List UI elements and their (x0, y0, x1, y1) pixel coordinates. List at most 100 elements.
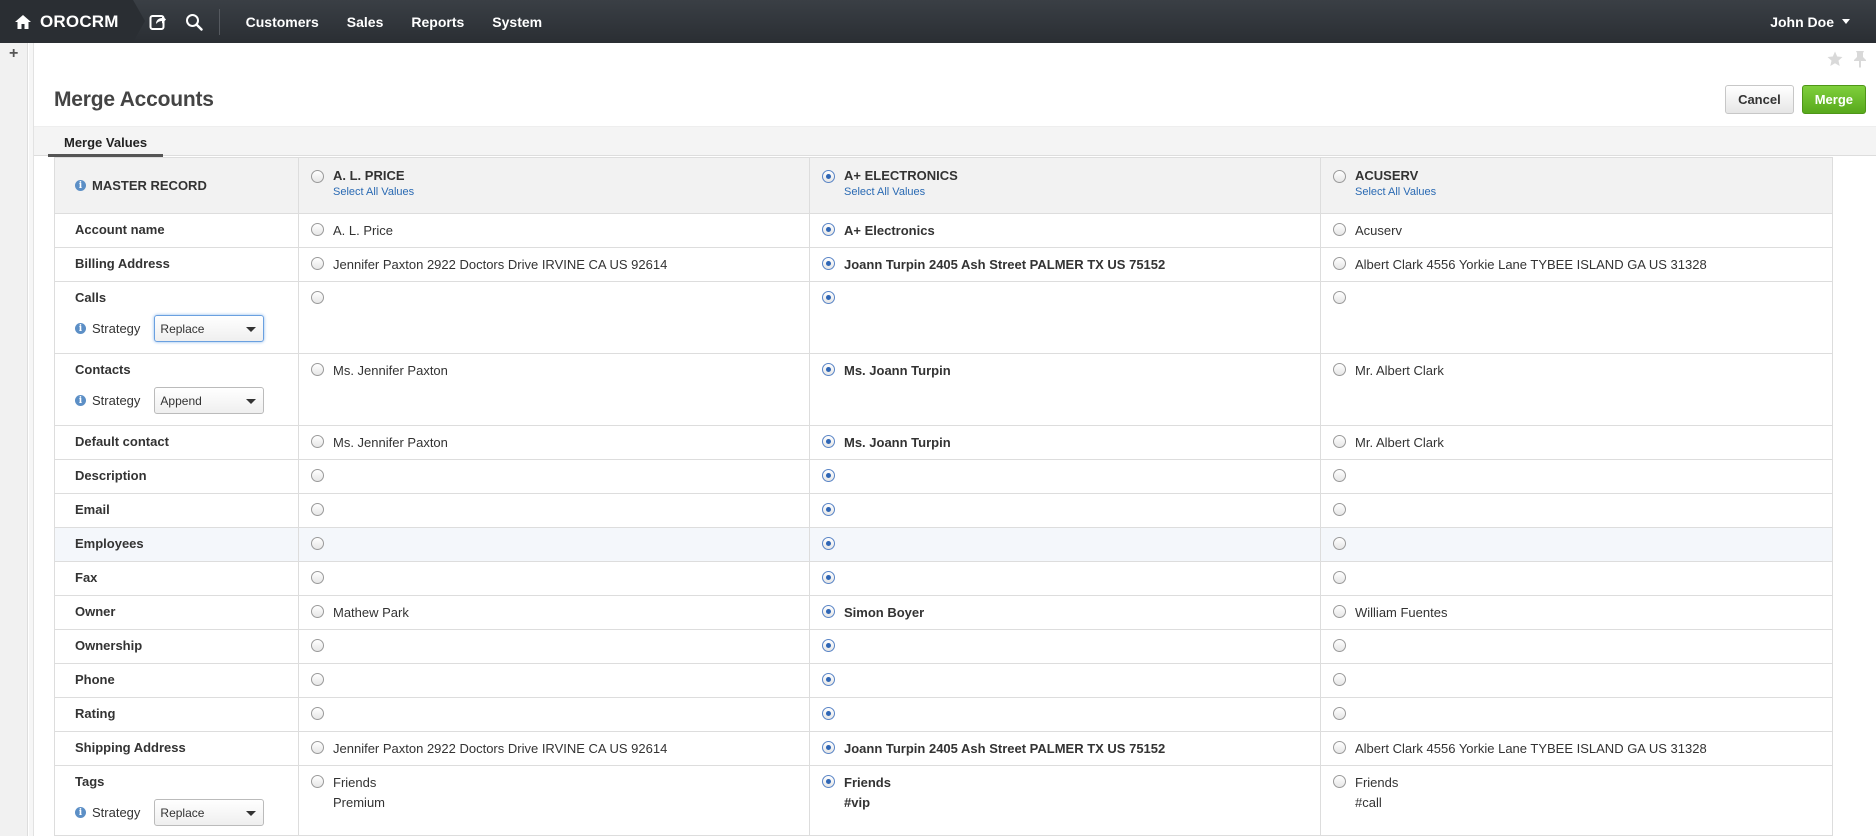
value-radio[interactable] (311, 363, 324, 376)
table-row: Phone (54, 663, 1833, 698)
strategy-label: Strategy (92, 805, 141, 820)
value-radio[interactable] (822, 291, 835, 304)
value-radio[interactable] (311, 741, 324, 754)
value-radio[interactable] (311, 571, 324, 584)
strategy-label: Strategy (92, 321, 141, 336)
info-icon[interactable]: i (75, 807, 86, 818)
value-radio[interactable] (1333, 775, 1346, 788)
value-radio[interactable] (311, 537, 324, 550)
master-radio[interactable] (311, 170, 324, 183)
value-radio[interactable] (1333, 537, 1346, 550)
value-radio[interactable] (311, 707, 324, 720)
value-radio[interactable] (822, 435, 835, 448)
value-radio[interactable] (311, 605, 324, 618)
cell-value: Joann Turpin 2405 Ash Street PALMER TX U… (844, 257, 1166, 272)
tag-item: Premium (333, 795, 386, 810)
nav-item-reports[interactable]: Reports (411, 14, 464, 30)
strategy-select[interactable]: Append (154, 387, 265, 414)
strategy-select[interactable]: Replace (154, 315, 265, 342)
table-row: Account name A. L. Price A+ Electronics … (54, 213, 1833, 248)
value-radio[interactable] (311, 223, 324, 236)
tag-item: #vip (844, 795, 871, 810)
strategy-control: i Strategy Replace (55, 799, 298, 826)
strategy-label: Strategy (92, 393, 141, 408)
master-radio[interactable] (822, 170, 835, 183)
strategy-value: Replace (160, 805, 205, 820)
value-radio[interactable] (311, 469, 324, 482)
value-radio[interactable] (1333, 363, 1346, 376)
select-all-values-link[interactable]: Select All Values (844, 186, 1310, 198)
value-radio[interactable] (822, 469, 835, 482)
value-radio[interactable] (822, 741, 835, 754)
value-radio[interactable] (822, 707, 835, 720)
nav-item-customers[interactable]: Customers (246, 14, 319, 30)
cell-value: Jennifer Paxton 2922 Doctors Drive IRVIN… (333, 741, 668, 756)
value-radio[interactable] (1333, 257, 1346, 270)
value-radio[interactable] (1333, 605, 1346, 618)
table-row: Default contact Ms. Jennifer Paxton Ms. … (54, 425, 1833, 460)
table-row: Ownership (54, 629, 1833, 664)
value-radio[interactable] (822, 537, 835, 550)
value-radio[interactable] (1333, 291, 1346, 304)
value-radio[interactable] (311, 435, 324, 448)
cell-value: Ms. Jennifer Paxton (333, 363, 448, 378)
value-radio[interactable] (822, 639, 835, 652)
strategy-control: i Strategy Replace (55, 315, 298, 342)
brand[interactable]: OROCRM (0, 0, 145, 43)
page-actions: Cancel Merge (1725, 85, 1866, 114)
value-radio[interactable] (1333, 741, 1346, 754)
value-radio[interactable] (822, 223, 835, 236)
user-menu[interactable]: John Doe (1770, 14, 1850, 30)
value-radio[interactable] (311, 775, 324, 788)
value-radio[interactable] (1333, 707, 1346, 720)
star-icon[interactable] (1826, 50, 1844, 68)
share-icon[interactable] (147, 11, 169, 33)
value-radio[interactable] (1333, 469, 1346, 482)
table-row: Calls i Strategy Replace (54, 281, 1833, 354)
value-radio[interactable] (311, 257, 324, 270)
top-navigation-bar: OROCRM Customers Sales Reports System Jo… (0, 0, 1876, 43)
row-label: Contacts (75, 362, 131, 377)
value-radio[interactable] (311, 291, 324, 304)
value-radio[interactable] (822, 775, 835, 788)
select-all-values-link[interactable]: Select All Values (333, 186, 799, 198)
value-radio[interactable] (311, 503, 324, 516)
value-radio[interactable] (1333, 503, 1346, 516)
value-radio[interactable] (1333, 571, 1346, 584)
value-radio[interactable] (822, 673, 835, 686)
info-icon[interactable]: i (75, 180, 86, 191)
nav-item-sales[interactable]: Sales (347, 14, 384, 30)
value-radio[interactable] (822, 605, 835, 618)
strategy-select[interactable]: Replace (154, 799, 265, 826)
tab-merge-values[interactable]: Merge Values (48, 131, 164, 157)
info-icon[interactable]: i (75, 395, 86, 406)
tab-strip: Merge Values (34, 126, 1876, 157)
value-radio[interactable] (822, 257, 835, 270)
value-radio[interactable] (1333, 639, 1346, 652)
value-radio[interactable] (1333, 223, 1346, 236)
value-radio[interactable] (822, 503, 835, 516)
tag-item: Friends (844, 775, 891, 790)
user-name: John Doe (1770, 13, 1834, 30)
value-radio[interactable] (1333, 673, 1346, 686)
nav-item-system[interactable]: System (492, 14, 542, 30)
cancel-button[interactable]: Cancel (1725, 85, 1794, 114)
master-radio[interactable] (1333, 170, 1346, 183)
home-icon[interactable] (14, 13, 32, 31)
chevron-down-icon (246, 399, 257, 404)
merge-table: i MASTER RECORD A. L. PRICE Select All V… (54, 157, 1833, 836)
row-label: Phone (75, 672, 115, 687)
plus-icon[interactable]: + (9, 45, 18, 63)
merge-button[interactable]: Merge (1801, 85, 1866, 114)
pin-icon[interactable] (1852, 50, 1868, 68)
strategy-control: i Strategy Append (55, 387, 298, 414)
value-radio[interactable] (311, 639, 324, 652)
value-radio[interactable] (822, 363, 835, 376)
tag-list: Friends #vip (844, 775, 891, 811)
value-radio[interactable] (822, 571, 835, 584)
select-all-values-link[interactable]: Select All Values (1355, 186, 1822, 198)
search-icon[interactable] (183, 11, 205, 33)
info-icon[interactable]: i (75, 323, 86, 334)
value-radio[interactable] (1333, 435, 1346, 448)
value-radio[interactable] (311, 673, 324, 686)
